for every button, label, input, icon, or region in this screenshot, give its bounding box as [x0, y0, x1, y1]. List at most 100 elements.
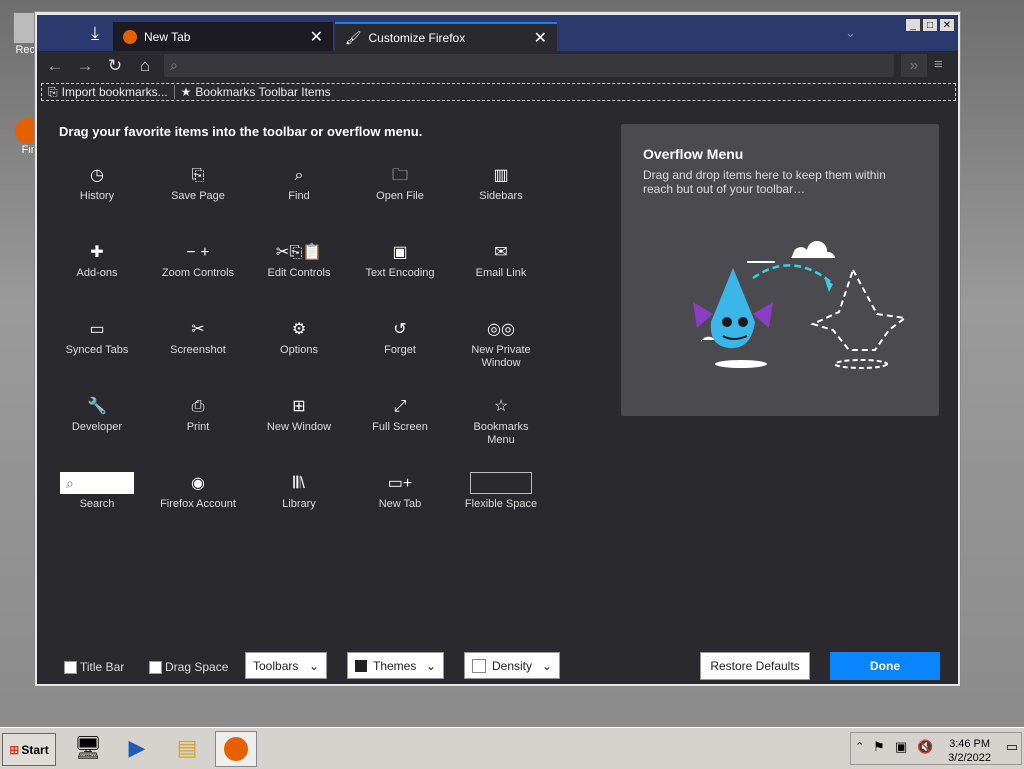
- palette-item-label: Zoom Controls: [161, 267, 235, 279]
- url-bar[interactable]: ⌕: [164, 54, 894, 77]
- palette-item-label: Forget: [384, 344, 416, 356]
- import-bookmarks-button[interactable]: ⎘ Import bookmarks...: [42, 85, 174, 100]
- server-manager-icon[interactable]: 🖥: [68, 731, 108, 765]
- density-dropdown[interactable]: Density ⌄: [464, 652, 560, 679]
- palette-item-full-screen[interactable]: ⤢ Full Screen: [350, 395, 450, 434]
- palette-item-flexible-space[interactable]: Flexible Space: [451, 472, 551, 511]
- nav-bar: ← → ↻ ⌂ ⌕ » ≡: [37, 51, 958, 80]
- restore-defaults-button[interactable]: Restore Defaults: [700, 652, 810, 680]
- home-icon[interactable]: ⌂: [130, 56, 160, 76]
- palette-item-firefox-account[interactable]: ◉ Firefox Account: [148, 472, 248, 511]
- print-icon: ⎙: [191, 398, 205, 415]
- start-button[interactable]: ⊞ Start: [2, 733, 56, 766]
- clock-date: 3/2/2022: [948, 752, 991, 764]
- sidebars-icon: ▥: [493, 167, 509, 184]
- taskbar: ⊞ Start 🖥 ▶ ▤ ⌃ ⚑ ▣ 🔇 3:46 PM 3/2/2022 ▭: [0, 727, 1024, 769]
- palette-item-label: Open File: [376, 190, 424, 202]
- drag-space-checkbox[interactable]: Drag Space: [149, 660, 228, 674]
- palette-item-developer[interactable]: 🔧 Developer: [47, 395, 147, 434]
- palette-item-library[interactable]: 𝄃𝄃\ Library: [249, 472, 349, 511]
- palette-item-new-tab[interactable]: ▭+ New Tab: [350, 472, 450, 511]
- bookmarks-toolbar-drop-area: ⎘ Import bookmarks... ★ Bookmarks Toolba…: [41, 83, 956, 101]
- palette-item-new-window[interactable]: ⊞ New Window: [249, 395, 349, 434]
- checkbox-box[interactable]: [64, 660, 77, 674]
- tab-new-tab[interactable]: New Tab ✕: [113, 22, 333, 51]
- palette-item-synced-tabs[interactable]: ▭ Synced Tabs: [47, 318, 147, 357]
- browser-window: ⤓ New Tab ✕ 🖌 Customize Firefox ✕ ⌄ _ □ …: [34, 11, 961, 687]
- palette-item-add-ons[interactable]: ✚ Add-ons: [47, 241, 147, 280]
- toolbars-dropdown[interactable]: Toolbars ⌄: [245, 652, 327, 679]
- tab-customize-firefox[interactable]: 🖌 Customize Firefox ✕: [335, 22, 557, 51]
- palette-item-email-link[interactable]: ✉ Email Link: [451, 241, 551, 280]
- done-button[interactable]: Done: [830, 652, 940, 680]
- overflow-title: Overflow Menu: [643, 146, 744, 162]
- palette-item-label: Synced Tabs: [65, 344, 129, 356]
- reload-icon[interactable]: ↻: [100, 56, 130, 76]
- overflow-menu-panel[interactable]: Overflow Menu Drag and drop items here t…: [621, 124, 939, 416]
- palette-item-label: History: [79, 190, 115, 202]
- downloads-icon[interactable]: ⤓: [77, 15, 113, 51]
- back-icon[interactable]: ←: [40, 56, 70, 76]
- bookmarks-toolbar-items[interactable]: ★ Bookmarks Toolbar Items: [175, 85, 337, 99]
- paintbrush-icon: 🖌: [345, 29, 362, 45]
- palette-item-screenshot[interactable]: ✂ Screenshot: [148, 318, 248, 357]
- palette-item-find[interactable]: ⌕ Find: [249, 164, 349, 203]
- show-desktop-icon[interactable]: ▭: [1006, 739, 1018, 755]
- palette-item-edit-controls[interactable]: ✂⎘📋 Edit Controls: [249, 241, 349, 280]
- palette-item-zoom-controls[interactable]: − + Zoom Controls: [148, 241, 248, 280]
- palette-item-text-encoding[interactable]: ▣ Text Encoding: [350, 241, 450, 280]
- palette-item-label: Firefox Account: [160, 498, 236, 510]
- forget-icon: ↺: [393, 321, 407, 338]
- chevron-down-icon: ⌄: [541, 658, 552, 673]
- maximize-button[interactable]: □: [922, 18, 938, 32]
- palette-item-new-private-window[interactable]: ◎◎ New Private Window: [451, 318, 551, 370]
- options-icon: ⚙: [291, 321, 307, 338]
- new-window-icon: ⊞: [292, 398, 306, 415]
- palette-item-options[interactable]: ⚙ Options: [249, 318, 349, 357]
- network-icon[interactable]: ▣: [895, 739, 907, 755]
- firefox-tab-icon: [123, 29, 137, 44]
- palette-item-label: Email Link: [475, 267, 527, 279]
- email-icon: ✉: [494, 244, 508, 261]
- volume-muted-icon[interactable]: 🔇: [917, 739, 933, 755]
- powershell-icon[interactable]: ▶: [117, 731, 157, 765]
- close-tab-icon[interactable]: ✕: [310, 27, 323, 47]
- firefox-taskbar-icon[interactable]: [215, 731, 257, 767]
- palette-item-history[interactable]: ◷ History: [47, 164, 147, 203]
- tab-list-chevron-icon[interactable]: ⌄: [845, 25, 856, 41]
- palette-item-print[interactable]: ⎙ Print: [148, 395, 248, 434]
- palette-item-sidebars[interactable]: ▥ Sidebars: [451, 164, 551, 203]
- palette-item-save-page[interactable]: ⎘ Save Page: [148, 164, 248, 203]
- customize-panel: Drag your favorite items into the toolba…: [37, 104, 958, 684]
- palette-item-forget[interactable]: ↺ Forget: [350, 318, 450, 357]
- forward-icon[interactable]: →: [70, 56, 100, 76]
- overflow-chevron-icon[interactable]: »: [901, 54, 927, 77]
- close-window-button[interactable]: ✕: [939, 18, 955, 32]
- menu-icon[interactable]: ≡: [934, 56, 943, 73]
- checkbox-box[interactable]: [149, 660, 162, 674]
- close-tab-icon[interactable]: ✕: [534, 28, 547, 48]
- tab-label: New Tab: [144, 29, 191, 44]
- palette-item-open-file[interactable]: 🗀 Open File: [350, 164, 450, 203]
- developer-icon: 🔧: [87, 398, 107, 415]
- star-icon: ★: [180, 85, 192, 99]
- palette-item-label: Save Page: [171, 190, 225, 202]
- palette-item-label: Options: [280, 344, 318, 356]
- palette-item-bookmarks-menu[interactable]: ☆ Bookmarks Menu: [451, 395, 551, 447]
- palette-item-search[interactable]: ⌕ Search: [47, 472, 147, 511]
- zoom-icon: − +: [186, 244, 210, 261]
- save-page-icon: ⎘: [191, 167, 205, 184]
- flexible-space-preview: [470, 472, 532, 494]
- explorer-icon[interactable]: ▤: [167, 731, 207, 765]
- palette-item-label: Full Screen: [372, 421, 428, 433]
- title-bar-checkbox[interactable]: Title Bar: [64, 660, 124, 674]
- minimize-button[interactable]: _: [905, 18, 921, 32]
- show-hidden-icons-icon[interactable]: ⌃: [855, 740, 864, 753]
- themes-dropdown[interactable]: Themes ⌄: [347, 652, 444, 679]
- screenshot-icon: ✂: [191, 321, 205, 338]
- flag-icon[interactable]: ⚑: [873, 739, 885, 755]
- theme-swatch-icon: [355, 659, 367, 672]
- new-tab-icon: ▭+: [387, 475, 413, 492]
- clock[interactable]: 3:46 PM 3/2/2022: [948, 737, 991, 765]
- toolbars-label: Toolbars: [253, 658, 299, 673]
